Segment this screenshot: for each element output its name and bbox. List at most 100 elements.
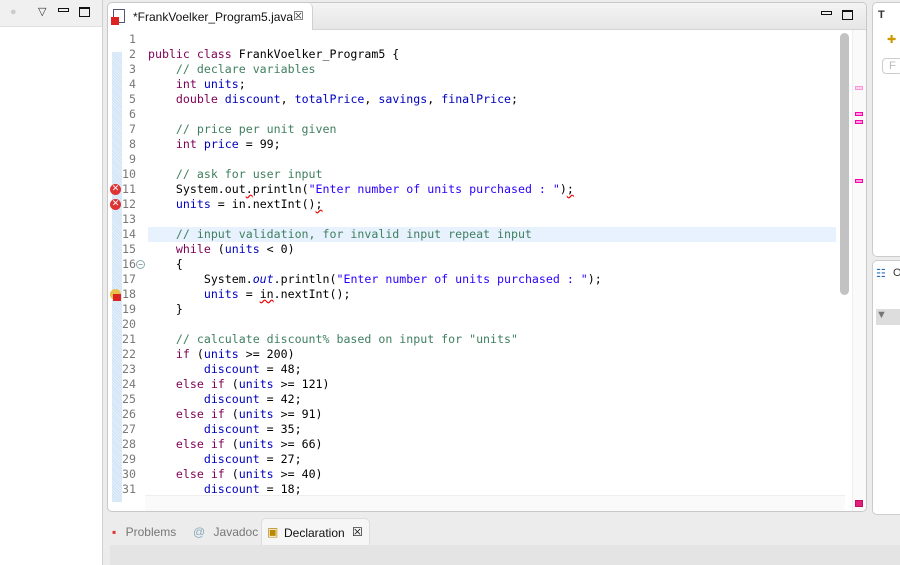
task-filter-input[interactable]: F bbox=[882, 58, 900, 74]
minimize-button[interactable] bbox=[58, 8, 69, 12]
code-text: // declare variables bbox=[175, 62, 316, 76]
code-text: System.out.println("Enter number of unit… bbox=[148, 272, 602, 286]
code-line[interactable]: 5 double discount, totalPrice, savings, … bbox=[108, 92, 843, 107]
line-number: 29 bbox=[122, 452, 136, 466]
error-marker-icon[interactable]: ✕ bbox=[110, 199, 121, 210]
outline-class-item[interactable]: ▼ bbox=[876, 309, 900, 325]
error-summary-marker[interactable] bbox=[855, 500, 863, 507]
line-number: 9 bbox=[129, 152, 136, 166]
code-text: if (units >= 200) bbox=[175, 347, 295, 361]
editor-maximize-button[interactable] bbox=[842, 10, 853, 20]
line-number: 1 bbox=[129, 32, 136, 46]
code-line[interactable]: 14 // input validation, for invalid inpu… bbox=[122, 227, 836, 242]
code-text: double discount, totalPrice, savings, fi… bbox=[175, 92, 519, 106]
code-line[interactable]: 11 ✕ System.out.println("Enter number of … bbox=[108, 182, 843, 197]
overview-marker[interactable] bbox=[855, 179, 863, 183]
code-line[interactable]: 10 // ask for user input bbox=[108, 167, 843, 182]
outline-icon: ☷ bbox=[876, 268, 886, 280]
code-line[interactable]: 3 // declare variables bbox=[108, 62, 843, 77]
code-line[interactable]: 26 else if (units >= 91) bbox=[108, 407, 843, 422]
code-line[interactable]: 8 int price = 99; bbox=[108, 137, 843, 152]
code-line[interactable]: 15 while (units < 0) bbox=[108, 242, 843, 257]
code-line[interactable]: 6 bbox=[108, 107, 843, 122]
code-line[interactable]: 12 ✕ units = in.nextInt(); bbox=[108, 197, 843, 212]
code-text: discount = 48; bbox=[203, 362, 302, 376]
line-number: 19 bbox=[122, 302, 136, 316]
code-line[interactable]: 21 // calculate discount% based on input… bbox=[108, 332, 843, 347]
code-line[interactable]: 28 else if (units >= 66) bbox=[108, 437, 843, 452]
code-line[interactable]: 22 if (units >= 200) bbox=[108, 347, 843, 362]
overview-marker[interactable] bbox=[855, 112, 863, 116]
code-text: else if (units >= 91) bbox=[175, 407, 323, 421]
code-line[interactable]: 4 int units; bbox=[108, 77, 843, 92]
left-panel: ● ▽ bbox=[0, 0, 103, 565]
code-text: discount = 35; bbox=[203, 422, 302, 436]
line-number: 2 bbox=[129, 47, 136, 61]
maximize-button[interactable] bbox=[79, 7, 90, 17]
error-marker-icon[interactable]: ✕ bbox=[110, 184, 121, 195]
overview-marker[interactable] bbox=[855, 120, 863, 124]
code-text: // input validation, for invalid input r… bbox=[175, 227, 532, 241]
code-line[interactable]: 9 bbox=[108, 152, 843, 167]
task-list-title[interactable]: T bbox=[878, 9, 885, 21]
problems-icon: ▪ bbox=[112, 525, 117, 539]
quickfix-error-icon[interactable] bbox=[110, 289, 121, 301]
code-line[interactable]: 19 } bbox=[108, 302, 843, 317]
vertical-scrollbar[interactable] bbox=[840, 33, 849, 295]
line-number: 15 bbox=[122, 242, 136, 256]
line-number: 31 bbox=[122, 482, 136, 496]
declaration-view bbox=[110, 545, 900, 565]
code-text: else if (units >= 121) bbox=[175, 377, 330, 391]
editor-tab[interactable]: *FrankVoelker_Program5.java ☒ bbox=[108, 3, 313, 30]
code-line[interactable]: 25 discount = 42; bbox=[108, 392, 843, 407]
line-number: 22 bbox=[122, 347, 136, 361]
code-line[interactable]: 13 bbox=[108, 212, 843, 227]
package-icon: ● bbox=[10, 6, 17, 18]
new-task-icon[interactable]: ✚ bbox=[887, 33, 896, 46]
code-text: units = in.nextInt(); bbox=[175, 197, 323, 211]
code-line[interactable]: 18 units = in.nextInt(); bbox=[108, 287, 843, 302]
tab-problems[interactable]: ▪ Problems bbox=[112, 518, 176, 545]
tab-declaration[interactable]: ▣ Declaration ☒ bbox=[261, 518, 370, 545]
overview-ruler[interactable] bbox=[852, 30, 866, 511]
code-line[interactable]: 1 bbox=[108, 32, 843, 47]
code-text: public class FrankVoelker_Program5 { bbox=[148, 47, 400, 61]
code-text: units = in.nextInt(); bbox=[203, 287, 351, 301]
line-number: 24 bbox=[122, 377, 136, 391]
left-panel-toolbar: ● ▽ bbox=[0, 0, 102, 27]
tab-javadoc-label: Javadoc bbox=[213, 525, 259, 539]
close-tab-icon[interactable]: ☒ bbox=[293, 9, 304, 23]
line-number: 8 bbox=[129, 137, 136, 151]
code-line[interactable]: 29 discount = 27; bbox=[108, 452, 843, 467]
outline-panel: ☷ O ▼ bbox=[872, 260, 900, 515]
task-list-panel: T ✚ F bbox=[872, 2, 900, 257]
code-text: // calculate discount% based on input fo… bbox=[175, 332, 518, 346]
code-line[interactable]: 23 discount = 48; bbox=[108, 362, 843, 377]
line-number: 10 bbox=[122, 167, 136, 181]
line-number: 16 bbox=[122, 257, 136, 271]
code-line[interactable]: 2 public class FrankVoelker_Program5 { bbox=[108, 47, 843, 62]
code-line[interactable]: 24 else if (units >= 121) bbox=[108, 377, 843, 392]
overview-marker[interactable] bbox=[855, 86, 863, 90]
editor-tab-title: *FrankVoelker_Program5.java bbox=[133, 10, 294, 24]
code-text: int units; bbox=[175, 77, 246, 91]
close-declaration-icon[interactable]: ☒ bbox=[352, 525, 363, 539]
code-line[interactable]: 30 else if (units >= 40) bbox=[108, 467, 843, 482]
line-number: 20 bbox=[122, 317, 136, 331]
code-text: // ask for user input bbox=[175, 167, 323, 181]
code-line[interactable]: 20 bbox=[108, 317, 843, 332]
code-line[interactable]: 16− { bbox=[108, 257, 843, 272]
code-text: } bbox=[148, 302, 183, 316]
editor-tab-bar: *FrankVoelker_Program5.java ☒ bbox=[108, 3, 866, 30]
java-editor[interactable]: *FrankVoelker_Program5.java ☒ 1 2 public c… bbox=[107, 2, 867, 512]
outline-title[interactable]: O bbox=[893, 267, 900, 279]
fold-toggle-icon[interactable]: − bbox=[136, 260, 145, 269]
tab-javadoc[interactable]: @ Javadoc bbox=[193, 518, 258, 545]
code-line[interactable]: 17 System.out.println("Enter number of u… bbox=[108, 272, 843, 287]
horizontal-scrollbar[interactable] bbox=[145, 495, 845, 511]
code-area[interactable]: 1 2 public class FrankVoelker_Program5 {3 … bbox=[108, 30, 843, 502]
code-line[interactable]: 27 discount = 35; bbox=[108, 422, 843, 437]
editor-minimize-button[interactable] bbox=[821, 11, 832, 15]
view-menu-icon[interactable]: ▽ bbox=[38, 5, 46, 18]
code-line[interactable]: 7 // price per unit given bbox=[108, 122, 843, 137]
